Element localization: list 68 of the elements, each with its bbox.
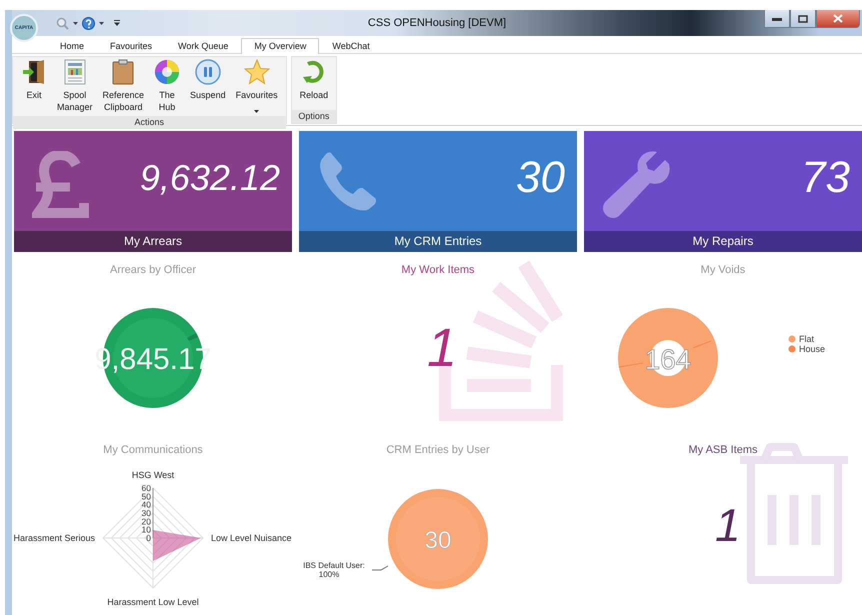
- ribbon-tab[interactable]: WebChat: [319, 39, 383, 53]
- chart-title: My ASB Items: [688, 444, 758, 456]
- minimize-icon: [772, 16, 782, 20]
- close-icon: [833, 14, 843, 23]
- axis-label: HSG West: [132, 470, 174, 480]
- count-value: 1: [715, 499, 741, 551]
- clipboard-icon: [112, 59, 134, 85]
- group-label: Options: [292, 110, 336, 123]
- tile-label: My CRM Entries: [299, 231, 577, 252]
- ribbon-tab[interactable]: My Overview: [241, 38, 320, 54]
- axis-tick-label: 30: [142, 508, 151, 518]
- ribbon-tab[interactable]: Favourites: [97, 39, 166, 53]
- close-button[interactable]: [816, 10, 860, 28]
- ribbon-button[interactable]: Reference Clipboard: [98, 57, 148, 116]
- ribbon-tab[interactable]: Work Queue: [165, 39, 242, 53]
- minimize-button[interactable]: [764, 10, 790, 28]
- chart-title: Arrears by Officer: [110, 264, 196, 276]
- chart-value-label: 30: [424, 527, 452, 554]
- tile-background[interactable]: 9,632.12: [14, 131, 292, 231]
- pound-icon: [32, 151, 90, 221]
- wrench-icon: [602, 151, 672, 221]
- tile-background[interactable]: 73: [584, 131, 862, 231]
- ribbon-button[interactable]: Favourites: [232, 57, 282, 116]
- ribbon-button[interactable]: Reload: [296, 57, 332, 110]
- axis-tick-label: 20: [142, 516, 151, 526]
- dropdown-icon[interactable]: [99, 22, 104, 24]
- chart-title: My Work Items: [401, 264, 475, 276]
- leader-line: [372, 566, 388, 570]
- legend-label: Flat: [799, 334, 814, 344]
- tile-value: 73: [801, 153, 850, 203]
- group-label: Actions: [13, 116, 286, 129]
- axis-label: Harassment Serious: [14, 533, 95, 543]
- axis-tick-label: 50: [142, 491, 151, 502]
- callout-label: IBS Default User: 100%: [303, 561, 365, 579]
- ribbon-button[interactable]: Spool Manager: [53, 57, 97, 116]
- axis-tick-label: 10: [142, 524, 151, 535]
- maximize-button[interactable]: [790, 10, 816, 28]
- axis-label: Low Level Nuisance: [211, 533, 292, 543]
- ribbon-button[interactable]: The Hub: [150, 57, 184, 116]
- chart-title: My Communications: [103, 444, 203, 456]
- door-icon: [21, 59, 47, 85]
- help-icon[interactable]: [82, 16, 95, 30]
- axis-tick-label: 0: [146, 533, 151, 543]
- chart-title: CRM Entries by User: [386, 444, 490, 456]
- customize-icon[interactable]: [114, 20, 120, 26]
- tile-label: My Arrears: [14, 231, 292, 252]
- ribbon-tab[interactable]: Home: [47, 39, 98, 53]
- phone-icon: [317, 151, 377, 211]
- count-value: 1: [427, 318, 458, 378]
- ribbon-button[interactable]: Exit: [17, 57, 51, 116]
- legend-label: House: [799, 344, 826, 354]
- pause-icon: [194, 59, 221, 85]
- tile-background[interactable]: 30: [299, 131, 577, 231]
- tile-value: 9,632.12: [140, 157, 280, 199]
- color-wheel-icon: [154, 59, 180, 85]
- tile-value: 30: [516, 153, 565, 203]
- reload-icon: [302, 60, 326, 84]
- maximize-icon: [798, 14, 808, 22]
- axis-tick-label: 60: [142, 483, 151, 493]
- star-icon: [244, 59, 270, 85]
- ribbon-button[interactable]: Suspend: [186, 57, 230, 116]
- chart-title: My Voids: [700, 264, 746, 276]
- window-title: CSS OPENHousing [DEVM]: [368, 17, 506, 29]
- axis-label: Harassment Low Level: [107, 597, 199, 607]
- tile-label: My Repairs: [584, 231, 862, 252]
- axis-tick-label: 40: [142, 500, 151, 510]
- report-icon: [64, 59, 86, 85]
- dropdown-icon[interactable]: [73, 22, 78, 24]
